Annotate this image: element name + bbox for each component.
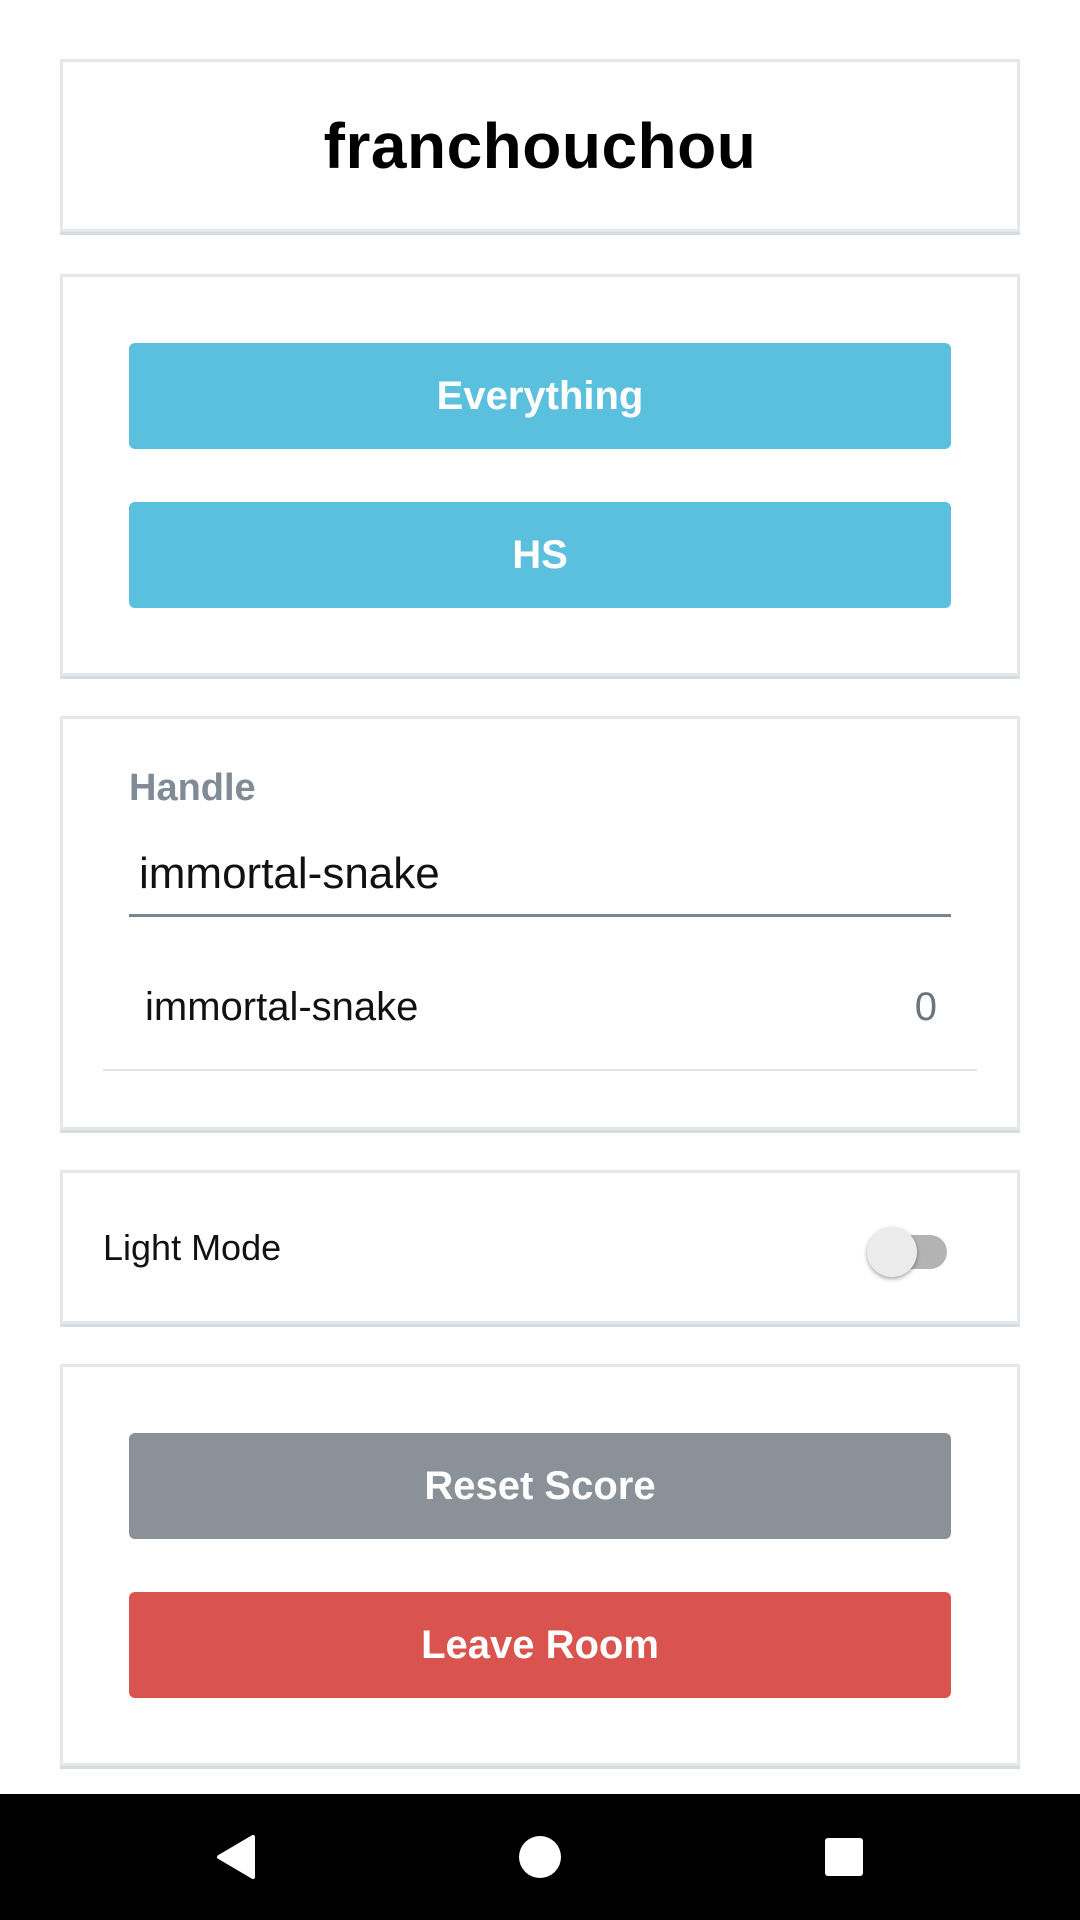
back-button[interactable] (195, 1817, 275, 1897)
category-card: Everything HS (60, 274, 1020, 676)
player-name: immortal-snake (145, 985, 419, 1029)
recents-icon (825, 1838, 863, 1876)
actions-card: Reset Score Leave Room (60, 1364, 1020, 1766)
category-button-hs[interactable]: HS (129, 502, 951, 608)
player-row: immortal-snake 0 (103, 963, 977, 1071)
room-title: franchouchou (323, 109, 757, 182)
reset-score-button[interactable]: Reset Score (129, 1433, 951, 1539)
handle-input[interactable] (129, 833, 951, 917)
handle-label: Handle (129, 767, 256, 809)
handle-card: Handle immortal-snake 0 (60, 716, 1020, 1130)
light-mode-label: Light Mode (103, 1227, 282, 1268)
home-icon (519, 1836, 561, 1878)
room-title-card: franchouchou (60, 59, 1020, 232)
player-score: 0 (914, 985, 937, 1029)
recents-button[interactable] (804, 1817, 884, 1897)
navigation-bar (0, 1794, 1080, 1920)
light-mode-card: Light Mode (60, 1170, 1020, 1324)
home-button[interactable] (500, 1817, 580, 1897)
light-mode-toggle[interactable] (867, 1221, 951, 1281)
leave-room-button[interactable]: Leave Room (129, 1592, 951, 1698)
toggle-thumb (867, 1227, 917, 1277)
back-icon (217, 1835, 255, 1879)
category-button-everything[interactable]: Everything (129, 343, 951, 449)
